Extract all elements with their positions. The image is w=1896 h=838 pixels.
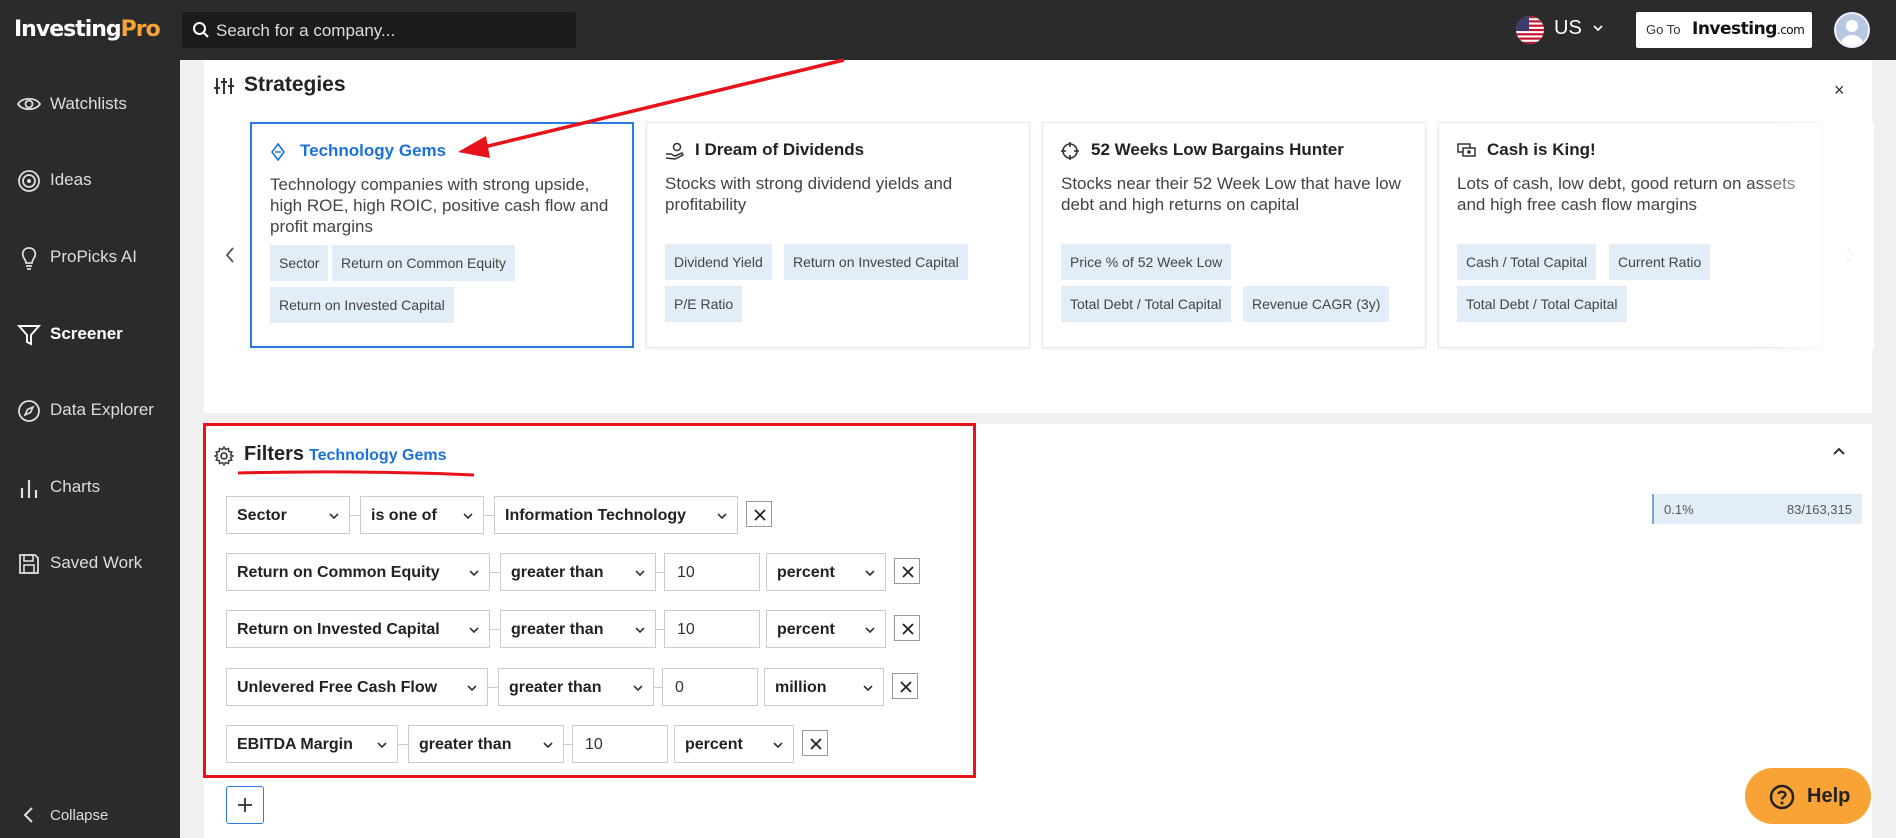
strategy-card-dividends[interactable]: I Dream of Dividends Stocks with strong … <box>646 122 1030 348</box>
sidebar-item-data-explorer[interactable]: Data Explorer <box>0 388 180 432</box>
chevron-up-icon[interactable] <box>1832 446 1846 456</box>
strategies-title: Strategies <box>244 73 346 96</box>
strategy-card-title: 52 Weeks Low Bargains Hunter <box>1091 140 1344 159</box>
goto-investing-button[interactable]: Go To Investing.com <box>1636 12 1812 48</box>
region-selector[interactable]: US <box>1554 17 1582 40</box>
strategy-chip: Return on Common Equity <box>332 245 515 281</box>
sidebar-item-label: Watchlists <box>50 94 127 113</box>
strategy-chip: Revenue CAGR (3y) <box>1243 286 1390 322</box>
help-button[interactable]: Help <box>1745 768 1871 824</box>
coins-hand-icon <box>665 142 685 160</box>
logo-accent-text: Pro <box>120 17 161 42</box>
compass-icon <box>18 400 40 422</box>
strategy-chip: P/E Ratio <box>665 286 743 322</box>
sidebar-item-screener[interactable]: Screener <box>0 312 180 356</box>
strategy-chip: Return on Invested Capital <box>784 244 968 280</box>
strategy-chip: Price % of 52 Week Low <box>1061 244 1232 280</box>
strategy-chip: Cash / Total Capital <box>1457 244 1597 280</box>
bulb-icon <box>21 247 37 270</box>
collapse-button[interactable]: Collapse <box>0 796 180 836</box>
match-count-bar: 0.1% 83/163,315 <box>1652 494 1862 524</box>
cash-icon <box>1457 143 1476 157</box>
strategy-card-title: Cash is King! <box>1487 140 1596 159</box>
sidebar: Watchlists Ideas ProPicks AI Screener Da… <box>0 60 180 838</box>
sidebar-item-propicks[interactable]: ProPicks AI <box>0 235 180 279</box>
plus-icon <box>238 798 252 812</box>
chevron-left-icon <box>23 807 33 823</box>
sidebar-item-label: ProPicks AI <box>50 247 137 266</box>
strategy-chip: Dividend Yield <box>665 244 772 280</box>
sidebar-item-label: Data Explorer <box>50 400 154 419</box>
strategy-card-description: Stocks with strong dividend yields and p… <box>665 174 953 214</box>
bar-chart-icon <box>20 480 38 498</box>
match-count: 83/163,315 <box>1786 502 1852 517</box>
add-filter-button[interactable] <box>226 786 264 824</box>
strategy-card-title: I Dream of Dividends <box>695 140 865 159</box>
collapse-label: Collapse <box>50 807 109 824</box>
close-icon[interactable]: × <box>1834 80 1845 101</box>
sidebar-item-charts[interactable]: Charts <box>0 465 180 509</box>
strategy-card-description: Stocks near their 52 Week Low that have … <box>1061 174 1401 214</box>
strategy-card-title: Technology Gems <box>300 141 447 160</box>
save-icon <box>19 554 39 574</box>
sidebar-item-ideas[interactable]: Ideas <box>0 158 180 202</box>
search-icon <box>193 22 209 38</box>
investing-brand-text: Investing <box>1692 19 1777 39</box>
sidebar-item-watchlists[interactable]: Watchlists <box>0 82 180 126</box>
investing-brand-suffix: .com <box>1776 23 1805 37</box>
sidebar-item-label: Charts <box>50 477 101 496</box>
strategy-card-description: Technology companies with strong upside,… <box>270 175 609 236</box>
strategy-chip: Total Debt / Total Capital <box>1457 286 1627 322</box>
sidebar-item-saved-work[interactable]: Saved Work <box>0 541 180 585</box>
strategy-card-technology-gems[interactable]: Technology Gems Technology companies wit… <box>250 122 634 348</box>
help-label: Help <box>1807 785 1851 807</box>
crosshair-icon <box>1061 142 1079 160</box>
strategies-panel: Strategies × Technology Gems Technology … <box>204 60 1874 413</box>
carousel-fade <box>1754 122 1874 350</box>
sidebar-item-label: Screener <box>50 324 123 343</box>
sliders-icon <box>214 78 234 94</box>
match-percent: 0.1% <box>1664 502 1694 517</box>
user-avatar[interactable] <box>1834 12 1870 48</box>
eye-icon <box>17 97 41 111</box>
search-box[interactable]: Search for a company... <box>182 12 576 48</box>
sidebar-item-label: Saved Work <box>50 553 143 572</box>
top-bar: InvestingPro Search for a company... US … <box>0 0 1896 60</box>
investing-brand: Investing.com <box>1692 19 1805 39</box>
investingpro-logo[interactable]: InvestingPro <box>14 17 161 42</box>
filter-icon <box>17 325 41 346</box>
chevron-left-icon[interactable] <box>224 246 236 264</box>
strategy-chip: Return on Invested Capital <box>270 287 454 323</box>
strategy-chip: Sector <box>270 245 329 281</box>
chevron-down-icon[interactable] <box>1592 22 1604 34</box>
search-placeholder: Search for a company... <box>216 21 396 40</box>
gem-icon <box>271 143 285 161</box>
logo-main-text: Investing <box>14 17 122 42</box>
strategy-card-52-week-low[interactable]: 52 Weeks Low Bargains Hunter Stocks near… <box>1042 122 1426 348</box>
annotation-highlight-box <box>203 423 976 778</box>
question-circle-icon <box>1769 784 1795 810</box>
strategy-chip: Total Debt / Total Capital <box>1061 286 1231 322</box>
strategy-chip: Current Ratio <box>1609 244 1711 280</box>
sidebar-item-label: Ideas <box>50 170 92 189</box>
us-flag-icon[interactable] <box>1516 16 1544 44</box>
target-icon <box>18 170 40 192</box>
goto-label: Go To <box>1646 22 1681 37</box>
